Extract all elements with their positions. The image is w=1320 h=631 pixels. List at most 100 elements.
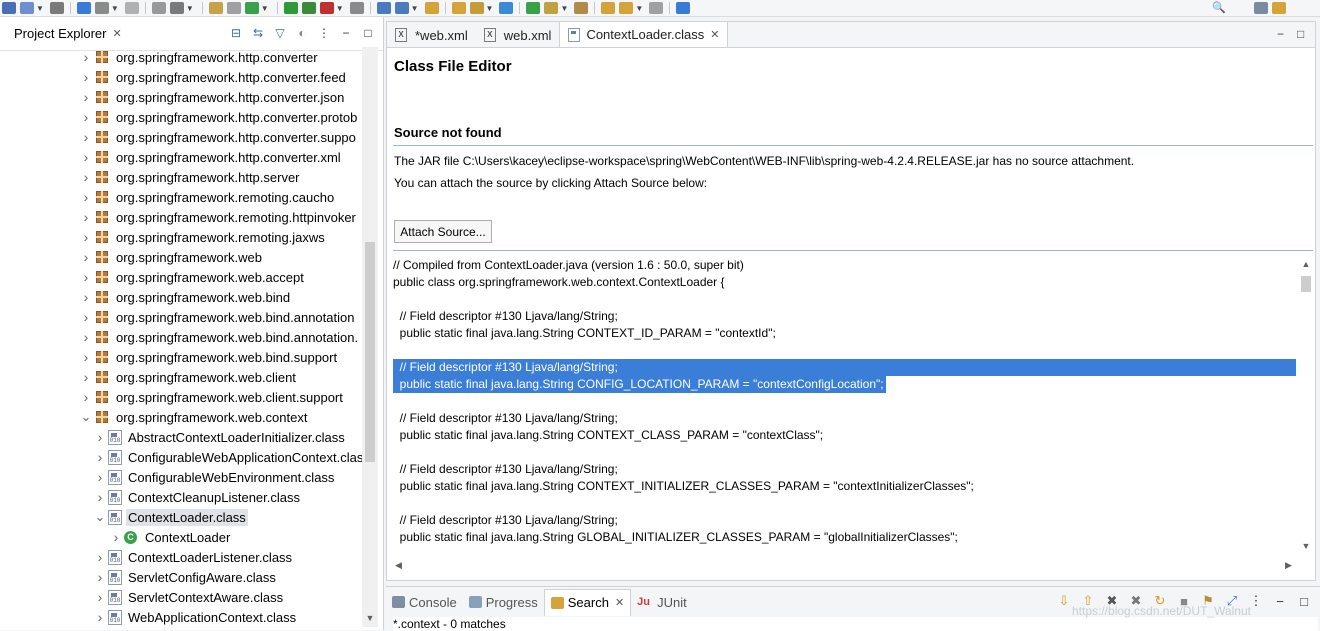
- tree-item-package[interactable]: › org.springframework.http.converter.supp…: [0, 127, 362, 147]
- collapse-arrow-icon[interactable]: ›: [80, 89, 92, 105]
- dropdown-arrow-icon[interactable]: ▼: [336, 4, 344, 13]
- tree-item-package[interactable]: › org.springframework.web.client: [0, 367, 362, 387]
- collapse-arrow-icon[interactable]: ›: [94, 609, 106, 625]
- collapse-arrow-icon[interactable]: ›: [80, 189, 92, 205]
- collapse-arrow-icon[interactable]: ›: [80, 49, 92, 65]
- collapse-arrow-icon[interactable]: ›: [94, 449, 106, 465]
- collapse-arrow-icon[interactable]: ›: [80, 129, 92, 145]
- next-match-icon[interactable]: ⇩: [1056, 593, 1072, 609]
- toolbar-button-icon[interactable]: [169, 2, 184, 14]
- toolbar-button-icon[interactable]: [301, 2, 316, 14]
- toolbar-button-icon[interactable]: [394, 2, 409, 14]
- collapse-arrow-icon[interactable]: ›: [80, 149, 92, 165]
- tree-item-package[interactable]: › org.springframework.http.converter.prot…: [0, 107, 362, 127]
- toolbar-button-icon[interactable]: [208, 2, 223, 14]
- collapse-arrow-icon[interactable]: ›: [94, 549, 106, 565]
- toolbar-button-icon[interactable]: [244, 2, 259, 14]
- toolbar-button-icon[interactable]: [676, 2, 691, 14]
- toolbar-button-icon[interactable]: [601, 2, 616, 14]
- tab-search[interactable]: Search ✕: [543, 588, 632, 616]
- toolbar-button-icon[interactable]: [76, 2, 91, 14]
- collapse-arrow-icon[interactable]: ›: [110, 529, 122, 545]
- view-menu-icon[interactable]: ⋮: [317, 26, 331, 40]
- collapse-arrow-icon[interactable]: ›: [80, 169, 92, 185]
- tree-scrollbar[interactable]: ▼: [362, 47, 378, 627]
- dropdown-arrow-icon[interactable]: ▼: [36, 4, 44, 13]
- collapse-arrow-icon[interactable]: ›: [80, 249, 92, 265]
- minimize-icon[interactable]: −: [339, 26, 353, 40]
- toolbar-button-icon[interactable]: [574, 2, 589, 14]
- scroll-down-arrow-icon[interactable]: ▼: [362, 613, 378, 623]
- toolbar-button-icon[interactable]: [526, 2, 541, 14]
- close-icon[interactable]: ✕: [112, 27, 121, 40]
- collapse-arrow-icon[interactable]: ›: [80, 289, 92, 305]
- tree-item-package[interactable]: › org.springframework.web.accept: [0, 267, 362, 287]
- scroll-right-arrow-icon[interactable]: ▶: [1285, 560, 1292, 571]
- collapse-arrow-icon[interactable]: ›: [94, 469, 106, 485]
- collapse-arrow-icon[interactable]: ›: [94, 569, 106, 585]
- collapse-arrow-icon[interactable]: ›: [80, 209, 92, 225]
- toolbar-button-icon[interactable]: [151, 2, 166, 14]
- tree-item-package[interactable]: ⌄ org.springframework.web.context: [0, 407, 362, 427]
- toolbar-button-icon[interactable]: [2, 2, 16, 14]
- close-icon[interactable]: ✕: [710, 28, 719, 41]
- toolbar-button-icon[interactable]: [544, 2, 559, 14]
- collapse-arrow-icon[interactable]: ›: [80, 389, 92, 405]
- tab-editor-file[interactable]: Xweb.xml: [476, 23, 560, 47]
- attach-source-button[interactable]: Attach Source...: [394, 220, 492, 243]
- tree-item-package[interactable]: › org.springframework.web.bind.annotation: [0, 307, 362, 327]
- tree-item-package[interactable]: › org.springframework.web.bind.annotation…: [0, 327, 362, 347]
- tab-editor-file[interactable]: X *web.xml: [387, 23, 476, 47]
- tree-item-package[interactable]: › org.springframework.http.converter: [0, 47, 362, 67]
- toolbar-button-icon[interactable]: [451, 2, 466, 14]
- collapse-arrow-icon[interactable]: ›: [94, 489, 106, 505]
- tree-item-package[interactable]: › org.springframework.remoting.caucho: [0, 187, 362, 207]
- dropdown-arrow-icon[interactable]: ▼: [560, 4, 568, 13]
- code-scrollbar-thumb[interactable]: [1301, 276, 1311, 292]
- toolbar-button-icon[interactable]: [376, 2, 391, 14]
- collapse-arrow-icon[interactable]: ›: [80, 369, 92, 385]
- tab-junit[interactable]: Ju JUnit: [631, 589, 693, 615]
- tree-item-package[interactable]: › org.springframework.web.bind: [0, 287, 362, 307]
- tree-item-package[interactable]: › org.springframework.remoting.httpinvoke…: [0, 207, 362, 227]
- dropdown-arrow-icon[interactable]: ▼: [411, 4, 419, 13]
- expand-arrow-icon[interactable]: ⌄: [94, 509, 106, 525]
- expand-arrow-icon[interactable]: ⌄: [80, 409, 92, 425]
- scroll-left-arrow-icon[interactable]: ◀: [395, 560, 402, 571]
- collapse-all-icon[interactable]: ⊟: [229, 26, 243, 40]
- collapse-arrow-icon[interactable]: ›: [80, 309, 92, 325]
- tree-item-class[interactable]: › 010 ConfigurableWebEnvironment.class: [0, 467, 362, 487]
- maximize-icon[interactable]: □: [1296, 593, 1312, 609]
- toolbar-button-icon[interactable]: [469, 2, 484, 14]
- collapse-arrow-icon[interactable]: ›: [80, 69, 92, 85]
- bytecode-view[interactable]: // Compiled from ContextLoader.java (ver…: [393, 257, 1299, 572]
- tab-editor-file[interactable]: ContextLoader.class ✕: [559, 21, 729, 47]
- collapse-arrow-icon[interactable]: ›: [80, 349, 92, 365]
- toolbar-button-icon[interactable]: [349, 2, 364, 14]
- java-ee-perspective-icon[interactable]: [1271, 1, 1286, 14]
- close-icon[interactable]: ✕: [615, 596, 624, 609]
- tree-item-package[interactable]: › org.springframework.remoting.jaxws: [0, 227, 362, 247]
- dropdown-arrow-icon[interactable]: ▼: [261, 4, 269, 13]
- dropdown-arrow-icon[interactable]: ▼: [186, 4, 194, 13]
- tree-item-class[interactable]: › 010 ContextCleanupListener.class: [0, 487, 362, 507]
- toolbar-button-icon[interactable]: [619, 2, 634, 14]
- code-horizontal-scrollbar[interactable]: ◀ ▶: [393, 558, 1298, 574]
- toolbar-button-icon[interactable]: [124, 2, 139, 14]
- tree-item-class[interactable]: › 010 WebApplicationContext.class: [0, 607, 362, 627]
- toolbar-button-icon[interactable]: [649, 2, 664, 14]
- open-perspective-icon[interactable]: [1253, 1, 1268, 14]
- toolbar-button-icon[interactable]: [424, 2, 439, 14]
- maximize-icon[interactable]: □: [361, 26, 375, 40]
- tree-item-package[interactable]: › org.springframework.http.converter.json: [0, 87, 362, 107]
- tree-item-package[interactable]: › org.springframework.web: [0, 247, 362, 267]
- tree-item-class[interactable]: › 010 ContextLoaderListener.class: [0, 547, 362, 567]
- tab-progress[interactable]: Progress: [463, 589, 544, 615]
- tree-item-class[interactable]: › 010 ServletConfigAware.class: [0, 567, 362, 587]
- tree-scrollbar-thumb[interactable]: [365, 242, 375, 462]
- tree-item-class[interactable]: › 010 ConfigurableWebApplicationContext.cl…: [0, 447, 362, 467]
- dropdown-arrow-icon[interactable]: ▼: [486, 4, 494, 13]
- dropdown-arrow-icon[interactable]: ▼: [635, 4, 643, 13]
- tree-item-class[interactable]: › 010 ServletContextAware.class: [0, 587, 362, 607]
- toolbar-button-icon[interactable]: [283, 2, 298, 14]
